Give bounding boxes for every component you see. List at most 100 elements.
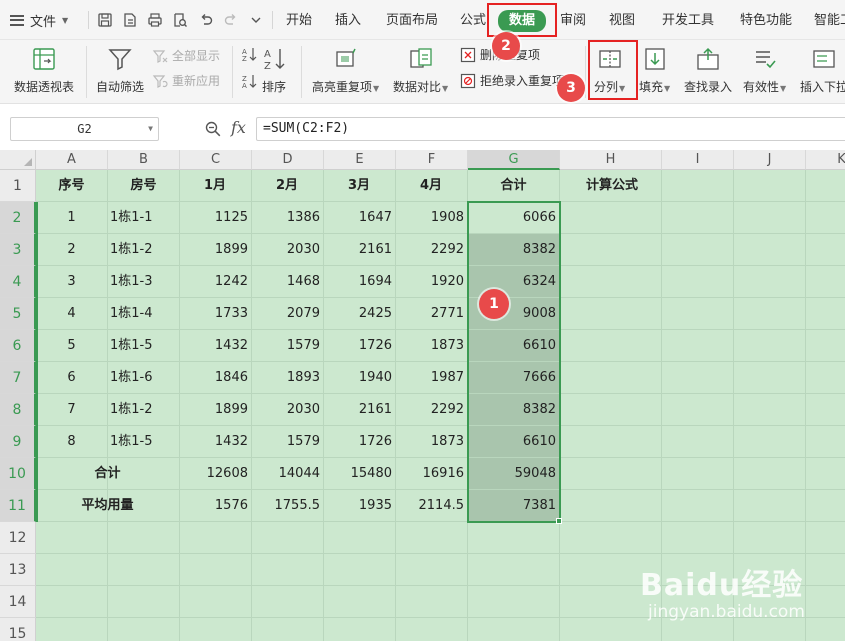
cell-e11[interactable]: 1935 bbox=[324, 490, 396, 522]
empty-cell[interactable] bbox=[36, 586, 108, 618]
cell-f6[interactable]: 1873 bbox=[396, 330, 468, 362]
row-header-7[interactable]: 7 bbox=[0, 362, 36, 394]
cell-f10[interactable]: 16916 bbox=[396, 458, 468, 490]
cell-a10[interactable]: 合计 bbox=[36, 458, 180, 490]
cell-c2[interactable]: 1125 bbox=[180, 202, 252, 234]
cell-f4[interactable]: 1920 bbox=[396, 266, 468, 298]
empty-cell[interactable] bbox=[662, 234, 734, 266]
cell-b9[interactable]: 1栋1-5 bbox=[108, 426, 180, 458]
empty-cell[interactable] bbox=[734, 202, 806, 234]
cell-d11[interactable]: 1755.5 bbox=[252, 490, 324, 522]
column-header-k[interactable]: K bbox=[806, 150, 845, 170]
empty-cell[interactable] bbox=[560, 330, 662, 362]
empty-cell[interactable] bbox=[806, 330, 845, 362]
row-header-12[interactable]: 12 bbox=[0, 522, 36, 554]
cell-e2[interactable]: 1647 bbox=[324, 202, 396, 234]
empty-cell[interactable] bbox=[662, 298, 734, 330]
cell-a9[interactable]: 8 bbox=[36, 426, 108, 458]
empty-cell[interactable] bbox=[468, 554, 560, 586]
empty-cell[interactable] bbox=[662, 202, 734, 234]
cell-e9[interactable]: 1726 bbox=[324, 426, 396, 458]
cell-b3[interactable]: 1栋1-2 bbox=[108, 234, 180, 266]
tab-formulas[interactable]: 公式 bbox=[460, 11, 486, 31]
empty-cell[interactable] bbox=[662, 458, 734, 490]
row-header-14[interactable]: 14 bbox=[0, 586, 36, 618]
tab-page-layout[interactable]: 页面布局 bbox=[386, 11, 438, 31]
empty-cell[interactable] bbox=[560, 426, 662, 458]
tab-smart-tools[interactable]: 智能工 bbox=[814, 11, 845, 31]
cell-b7[interactable]: 1栋1-6 bbox=[108, 362, 180, 394]
row-header-6[interactable]: 6 bbox=[0, 330, 36, 362]
cell-g11[interactable]: 7381 bbox=[468, 490, 560, 522]
data-validation-button[interactable]: 有效性▼ bbox=[743, 46, 786, 95]
tab-special-features[interactable]: 特色功能 bbox=[740, 11, 792, 31]
redo-icon[interactable] bbox=[222, 11, 240, 29]
cell-c1[interactable]: 1月 bbox=[180, 170, 252, 202]
cell-d6[interactable]: 1579 bbox=[252, 330, 324, 362]
cell-e3[interactable]: 2161 bbox=[324, 234, 396, 266]
column-header-h[interactable]: H bbox=[560, 150, 662, 170]
empty-cell[interactable] bbox=[36, 522, 108, 554]
empty-cell[interactable] bbox=[252, 554, 324, 586]
cell-d8[interactable]: 2030 bbox=[252, 394, 324, 426]
empty-cell[interactable] bbox=[560, 458, 662, 490]
sort-descending-button[interactable]: ZA bbox=[241, 73, 257, 89]
cell-a5[interactable]: 4 bbox=[36, 298, 108, 330]
cell-e1[interactable]: 3月 bbox=[324, 170, 396, 202]
cell-e4[interactable]: 1694 bbox=[324, 266, 396, 298]
empty-cell[interactable] bbox=[806, 586, 845, 618]
column-header-c[interactable]: C bbox=[180, 150, 252, 170]
zoom-icon[interactable] bbox=[204, 120, 222, 138]
cell-f1[interactable]: 4月 bbox=[396, 170, 468, 202]
cell-f2[interactable]: 1908 bbox=[396, 202, 468, 234]
cell-d4[interactable]: 1468 bbox=[252, 266, 324, 298]
column-header-a[interactable]: A bbox=[36, 150, 108, 170]
empty-cell[interactable] bbox=[324, 586, 396, 618]
cell-c8[interactable]: 1899 bbox=[180, 394, 252, 426]
empty-cell[interactable] bbox=[806, 298, 845, 330]
empty-cell[interactable] bbox=[806, 490, 845, 522]
cell-a8[interactable]: 7 bbox=[36, 394, 108, 426]
tab-insert[interactable]: 插入 bbox=[335, 11, 361, 31]
cell-c9[interactable]: 1432 bbox=[180, 426, 252, 458]
split-column-button[interactable]: 分列▼ bbox=[594, 46, 625, 95]
cell-g8[interactable]: 8382 bbox=[468, 394, 560, 426]
cell-c5[interactable]: 1733 bbox=[180, 298, 252, 330]
column-header-d[interactable]: D bbox=[252, 150, 324, 170]
empty-cell[interactable] bbox=[662, 490, 734, 522]
empty-cell[interactable] bbox=[662, 522, 734, 554]
empty-cell[interactable] bbox=[806, 362, 845, 394]
empty-cell[interactable] bbox=[560, 522, 662, 554]
empty-cell[interactable] bbox=[734, 458, 806, 490]
highlight-duplicates-button[interactable]: 高亮重复项▼ bbox=[312, 46, 379, 95]
column-header-b[interactable]: B bbox=[108, 150, 180, 170]
cell-a6[interactable]: 5 bbox=[36, 330, 108, 362]
empty-cell[interactable] bbox=[806, 618, 845, 641]
name-box[interactable]: G2 ▼ bbox=[10, 117, 159, 141]
empty-cell[interactable] bbox=[734, 266, 806, 298]
cell-g2[interactable]: 6066 bbox=[468, 202, 560, 234]
cell-d10[interactable]: 14044 bbox=[252, 458, 324, 490]
cell-c4[interactable]: 1242 bbox=[180, 266, 252, 298]
cell-h1[interactable]: 计算公式 bbox=[560, 170, 662, 202]
tab-home[interactable]: 开始 bbox=[286, 11, 312, 31]
insert-dropdown-list-button[interactable]: 插入下拉 bbox=[800, 46, 845, 95]
empty-cell[interactable] bbox=[662, 330, 734, 362]
tab-data[interactable]: 数据 bbox=[498, 10, 547, 32]
cell-a4[interactable]: 3 bbox=[36, 266, 108, 298]
save-icon[interactable] bbox=[96, 11, 114, 29]
empty-cell[interactable] bbox=[36, 618, 108, 641]
row-header-11[interactable]: 11 bbox=[0, 490, 36, 522]
row-header-15[interactable]: 15 bbox=[0, 618, 36, 641]
cell-b5[interactable]: 1栋1-4 bbox=[108, 298, 180, 330]
cell-a1[interactable]: 序号 bbox=[36, 170, 108, 202]
empty-cell[interactable] bbox=[324, 522, 396, 554]
row-header-9[interactable]: 9 bbox=[0, 426, 36, 458]
column-header-i[interactable]: I bbox=[662, 150, 734, 170]
row-header-5[interactable]: 5 bbox=[0, 298, 36, 330]
row-header-10[interactable]: 10 bbox=[0, 458, 36, 490]
sort-ascending-button[interactable]: AZ bbox=[241, 46, 257, 62]
empty-cell[interactable] bbox=[396, 554, 468, 586]
empty-cell[interactable] bbox=[560, 490, 662, 522]
empty-cell[interactable] bbox=[108, 522, 180, 554]
